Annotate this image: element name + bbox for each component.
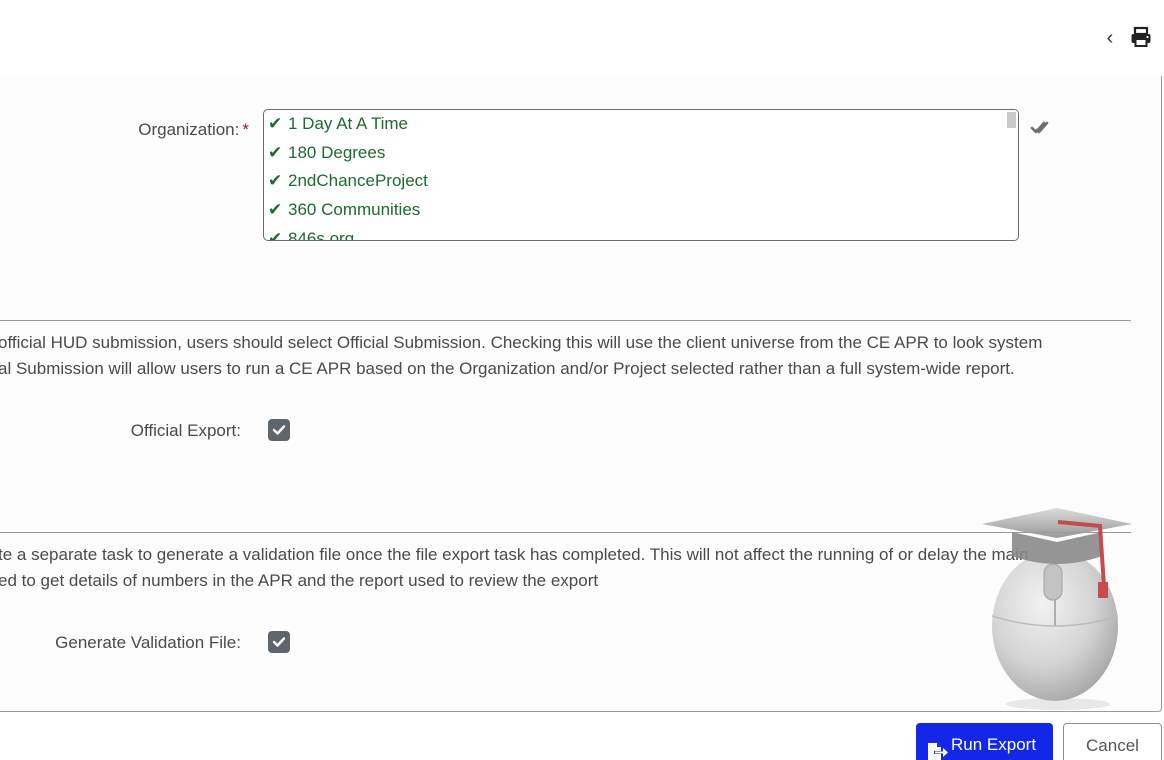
- organization-label-text: Organization:: [138, 120, 240, 139]
- required-marker: *: [242, 120, 249, 139]
- organization-option[interactable]: ✔ 1 Day At A Time: [264, 110, 1018, 139]
- page: ‹ Organization: * ✔ 1 Day At A Time ✔ 180 D…: [0, 0, 1164, 760]
- organization-option[interactable]: ✔ 846s.org: [264, 225, 1018, 241]
- official-export-label: Official Export:: [130, 421, 241, 440]
- organization-option[interactable]: ✔ 2ndChanceProject: [264, 167, 1018, 196]
- run-export-button[interactable]: Run Export: [916, 723, 1053, 760]
- file-export-icon: [927, 735, 949, 760]
- generate-validation-checkbox[interactable]: [268, 631, 290, 653]
- checkmark-icon: ✔: [268, 200, 283, 220]
- official-description-line-1: official HUD submission, users should se…: [0, 333, 1043, 352]
- generate-validation-label: Generate Validation File:: [55, 633, 241, 652]
- chevron-left-icon[interactable]: ‹: [1100, 26, 1120, 50]
- scrollbar[interactable]: [1006, 110, 1018, 240]
- section-divider: [0, 320, 1131, 321]
- organization-option[interactable]: ✔ 180 Degrees: [264, 139, 1018, 168]
- export-form-panel: Organization: * ✔ 1 Day At A Time ✔ 180 Deg…: [0, 76, 1162, 712]
- checkmark-icon: ✔: [268, 171, 283, 191]
- cancel-button[interactable]: Cancel: [1063, 723, 1162, 760]
- organization-option-label: 1 Day At A Time: [288, 114, 409, 133]
- mouse-graduation-cap-watermark: [982, 506, 1142, 711]
- scrollbar-thumb[interactable]: [1007, 112, 1016, 128]
- official-description-line-2: al Submission will allow users to run a …: [0, 359, 1015, 378]
- section-divider: [0, 532, 1131, 533]
- organization-option[interactable]: ✔ 360 Communities: [264, 196, 1018, 225]
- official-export-checkbox[interactable]: [268, 419, 290, 441]
- organization-label: Organization: *: [138, 120, 249, 140]
- top-bar: ‹: [0, 0, 1164, 76]
- checkmark-icon: ✔: [268, 142, 283, 162]
- checkmark-icon: ✔: [268, 114, 283, 133]
- organization-option-label: 2ndChanceProject: [288, 171, 428, 191]
- double-check-icon[interactable]: [1030, 118, 1052, 140]
- organization-multiselect[interactable]: ✔ 1 Day At A Time ✔ 180 Degrees ✔ 2ndChance…: [263, 109, 1019, 241]
- organization-option-label: 360 Communities: [288, 200, 421, 220]
- organization-option-label: 180 Degrees: [288, 142, 386, 162]
- printer-icon[interactable]: [1130, 26, 1154, 50]
- checkmark-icon: ✔: [268, 228, 283, 241]
- run-export-label: Run Export: [951, 735, 1037, 754]
- organization-option-label: 846s.org: [288, 228, 355, 241]
